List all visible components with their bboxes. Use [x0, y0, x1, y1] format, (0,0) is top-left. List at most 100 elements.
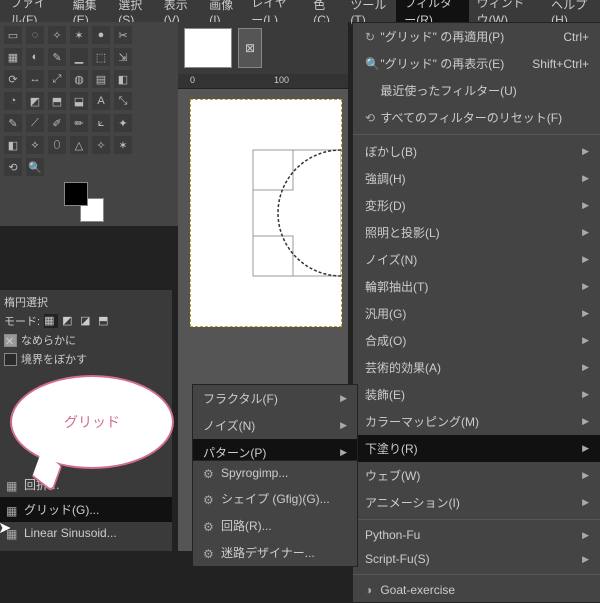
menu-item[interactable]: 強調(H)▶ [353, 165, 600, 192]
tool-button[interactable]: ⟲ [4, 158, 22, 176]
tool-button[interactable]: ◧ [4, 136, 22, 154]
menu-icon: 🔍 [365, 57, 377, 69]
menu-item[interactable]: ◑ Goat-exercise [353, 578, 600, 602]
menu-item[interactable]: ⚙シェイプ (Gfig)(G)... [193, 485, 357, 512]
tool-button[interactable]: ⬓ [70, 92, 88, 110]
callout-text: グリッド [64, 412, 120, 432]
tool-button[interactable]: ⟳ [4, 70, 22, 88]
menu-item[interactable]: 変形(D)▶ [353, 192, 600, 219]
tool-button[interactable]: ◍ [70, 70, 88, 88]
mode-opt[interactable]: ◩ [62, 314, 76, 328]
tool-button[interactable]: ↔ [26, 70, 44, 88]
tool-button[interactable]: △ [70, 136, 88, 154]
tool-button[interactable]: ✧ [92, 136, 110, 154]
mode-icon[interactable]: ▦ [44, 314, 58, 328]
feather-check[interactable] [4, 353, 17, 366]
menu-item[interactable]: 下塗り(R)▶ [353, 435, 600, 462]
tool-button[interactable]: ▭ [4, 26, 22, 44]
tool-button[interactable]: ✎ [4, 114, 22, 132]
image-thumb[interactable] [184, 28, 232, 68]
menu-item[interactable]: ⚙迷路デザイナー... [193, 539, 357, 566]
tool-button[interactable]: ✐ [48, 114, 66, 132]
mode-opt[interactable]: ⬒ [98, 314, 112, 328]
menu-item[interactable]: ノイズ(N)▶ [353, 246, 600, 273]
goat-icon: ◑ [365, 583, 377, 595]
menu-item[interactable]: アニメーション(I)▶ [353, 489, 600, 516]
menu-item[interactable]: ⟲ すべてのフィルターのリセット(F) [353, 104, 600, 131]
menu-item[interactable]: ノイズ(N)▶ [193, 412, 357, 439]
submenu-arrow-icon: ▶ [582, 308, 589, 319]
menu-icon: ↻ [365, 30, 377, 42]
canvas[interactable] [178, 89, 348, 327]
tool-button[interactable]: 🔍 [26, 158, 44, 176]
submenu-arrow-icon: ▶ [582, 554, 589, 565]
submenu-arrow-icon: ▶ [582, 173, 589, 184]
tool-button[interactable]: ⬚ [92, 48, 110, 66]
menu-item[interactable]: カラーマッピング(M)▶ [353, 408, 600, 435]
tool-options-title: 楕円選択 [4, 294, 168, 310]
menu-item[interactable]: ⚙Spyrogimp... [193, 461, 357, 485]
tool-button[interactable]: ◌ [26, 26, 44, 44]
menu-item[interactable]: 芸術的効果(A)▶ [353, 354, 600, 381]
filter-menu: ↻ "グリッド" の再適用(P)Ctrl+🔍 "グリッド" の再表示(E)Shi… [352, 22, 600, 603]
tool-button[interactable]: ● [92, 26, 110, 44]
submenu-render: フラクタル(F)▶ノイズ(N)▶パターン(P)▶ [192, 384, 358, 467]
menu-item[interactable]: ↻ "グリッド" の再適用(P)Ctrl+ [353, 23, 600, 50]
menu-item[interactable]: フラクタル(F)▶ [193, 385, 357, 412]
tool-button[interactable]: ⬯ [48, 136, 66, 154]
list-item[interactable]: ▦回折… [0, 472, 172, 497]
tool-button[interactable]: ▁ [70, 48, 88, 66]
tool-button[interactable]: ⇲ [114, 48, 132, 66]
menu-item[interactable]: 🔍 "グリッド" の再表示(E)Shift+Ctrl+ [353, 50, 600, 77]
menu-item[interactable]: 合成(O)▶ [353, 327, 600, 354]
tool-button[interactable]: ⤡ [114, 92, 132, 110]
submenu-arrow-icon: ▶ [582, 254, 589, 265]
fg-color[interactable] [64, 182, 88, 206]
ruler-tick: 0 [190, 75, 195, 85]
color-swatches[interactable] [64, 182, 104, 222]
list-item[interactable]: ▦グリッド(G)... [0, 497, 172, 522]
close-thumb[interactable]: ⊠ [238, 28, 262, 68]
menu-item[interactable]: 最近使ったフィルター(U) [353, 77, 600, 104]
tool-button[interactable]: ⤢ [48, 70, 66, 88]
menu-item[interactable]: ウェブ(W)▶ [353, 462, 600, 489]
menu-item[interactable]: 装飾(E)▶ [353, 381, 600, 408]
tool-button[interactable]: A [92, 92, 110, 110]
tool-button[interactable]: ◐ [26, 48, 44, 66]
tool-button[interactable]: ✧ [48, 26, 66, 44]
list-item[interactable]: ▦Linear Sinusoid... [0, 522, 172, 544]
tool-button[interactable]: ⟀ [92, 114, 110, 132]
filter-list: ▦回折…▦グリッド(G)...▦Linear Sinusoid... [0, 472, 172, 544]
tool-button[interactable]: ◧ [114, 70, 132, 88]
menu-item[interactable]: ⚙回路(R)... [193, 512, 357, 539]
tool-button[interactable]: ◩ [26, 92, 44, 110]
menu-item[interactable]: 照明と投影(L)▶ [353, 219, 600, 246]
image-tabs: ⊠ [178, 22, 348, 74]
script-icon: ⚙ [203, 547, 215, 559]
menu-item[interactable]: 汎用(G)▶ [353, 300, 600, 327]
tool-button[interactable]: ⟡ [26, 136, 44, 154]
mode-opt[interactable]: ◪ [80, 314, 94, 328]
tool-button[interactable]: ▤ [92, 70, 110, 88]
submenu-arrow-icon: ▶ [582, 335, 589, 346]
tool-button[interactable]: ⬒ [48, 92, 66, 110]
tool-button[interactable]: ⟋ [26, 114, 44, 132]
tool-button[interactable]: ✎ [48, 48, 66, 66]
menu-item[interactable]: ぼかし(B)▶ [353, 138, 600, 165]
feather-label: 境界をぼかす [21, 351, 87, 367]
tool-button[interactable]: ✏ [70, 114, 88, 132]
tool-button[interactable]: ▦ [4, 48, 22, 66]
submenu-arrow-icon: ▶ [340, 447, 347, 458]
tool-button[interactable]: ◔ [4, 92, 22, 110]
tool-button[interactable]: ✶ [70, 26, 88, 44]
tool-button[interactable]: ✦ [114, 114, 132, 132]
menu-icon: ⟲ [365, 111, 377, 123]
menu-item[interactable]: Python-Fu▶ [353, 523, 600, 547]
tool-button[interactable]: ✶ [114, 136, 132, 154]
submenu-arrow-icon: ▶ [582, 362, 589, 373]
antialias-check[interactable]: ✕ [4, 334, 17, 347]
menu-icon [365, 83, 377, 95]
submenu-arrow-icon: ▶ [582, 443, 589, 454]
menu-item[interactable]: 輪郭抽出(T)▶ [353, 273, 600, 300]
tool-button[interactable]: ✂ [114, 26, 132, 44]
